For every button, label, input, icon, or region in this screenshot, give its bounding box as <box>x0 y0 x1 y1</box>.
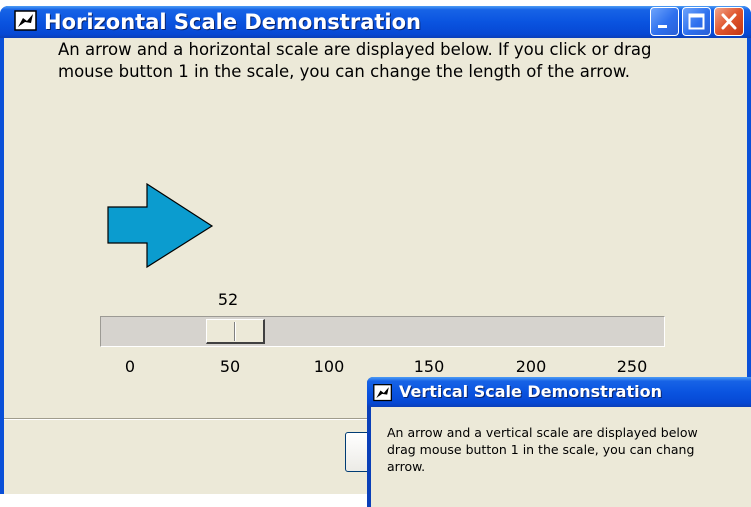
vertical-scale-window: Vertical Scale Demonstration An arrow an… <box>367 377 751 507</box>
slider-grip <box>234 322 235 341</box>
tk-feather-icon <box>373 384 392 402</box>
scale-tick-label: 50 <box>219 357 241 376</box>
minimize-button[interactable] <box>650 7 679 36</box>
scale-tick-label: 250 <box>616 357 648 376</box>
arrow-shape <box>107 183 214 269</box>
description-line: An arrow and a vertical scale are displa… <box>387 425 698 440</box>
title-bar[interactable]: Horizontal Scale Demonstration <box>0 6 751 38</box>
description-text: An arrow and a horizontal scale are disp… <box>58 40 652 81</box>
scale-slider-handle[interactable] <box>206 319 265 344</box>
window-client-area: An arrow and a vertical scale are displa… <box>371 407 751 507</box>
window-title: Horizontal Scale Demonstration <box>44 10 421 34</box>
scale-tick-label: 100 <box>313 357 345 376</box>
maximize-icon <box>688 13 705 30</box>
horizontal-scale[interactable] <box>100 316 665 347</box>
close-icon <box>721 13 737 30</box>
minimize-icon <box>658 25 667 28</box>
arrow-polygon <box>107 183 214 269</box>
description-line: arrow. <box>387 459 426 474</box>
scale-tick-label: 0 <box>124 357 136 376</box>
description-line: drag mouse button 1 in the scale, you ca… <box>387 442 695 457</box>
window-title: Vertical Scale Demonstration <box>399 382 662 401</box>
scale-value-label: 52 <box>217 290 239 309</box>
tk-feather-icon <box>14 10 37 31</box>
description-text: An arrow and a vertical scale are displa… <box>387 424 751 475</box>
close-button[interactable] <box>714 7 744 36</box>
scale-tick-label: 150 <box>413 357 445 376</box>
maximize-button[interactable] <box>682 7 711 36</box>
scale-tick-label: 200 <box>515 357 547 376</box>
title-bar[interactable]: Vertical Scale Demonstration <box>367 377 751 407</box>
